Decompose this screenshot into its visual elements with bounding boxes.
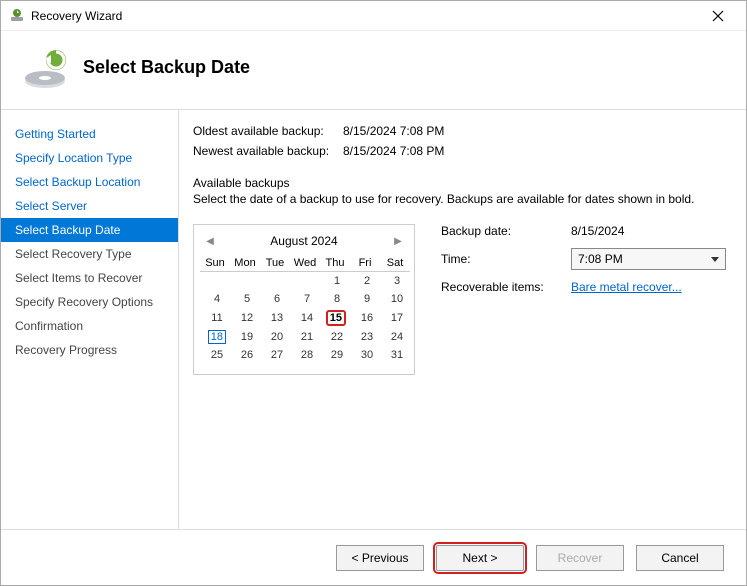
calendar-day[interactable]: 1 (320, 272, 350, 290)
calendar-day[interactable]: 21 (290, 328, 320, 346)
wizard-footer: < Previous Next > Recover Cancel (1, 529, 746, 585)
oldest-backup-value: 8/15/2024 7:08 PM (343, 124, 444, 138)
calendar-dow-header: Sat (380, 255, 410, 272)
step-select-items-to-recover: Select Items to Recover (1, 266, 178, 290)
calendar-next-month[interactable]: ▶ (390, 233, 406, 249)
calendar-day[interactable]: 30 (350, 346, 380, 364)
available-backups-heading: Available backups (193, 176, 726, 190)
main-panel: Oldest available backup: 8/15/2024 7:08 … (178, 110, 746, 529)
backup-selection-row: ◀ August 2024 ▶ SunMonTueWedThuFriSat 12… (193, 224, 726, 375)
calendar-dow-header: Wed (290, 255, 320, 272)
calendar-day[interactable]: 19 (230, 328, 260, 346)
calendar-grid: SunMonTueWedThuFriSat 123456789101112131… (200, 255, 410, 364)
backup-calendar: ◀ August 2024 ▶ SunMonTueWedThuFriSat 12… (193, 224, 415, 375)
calendar-dow-header: Sun (200, 255, 230, 272)
backup-details: Backup date: 8/15/2024 Time: 7:08 PM Rec… (441, 224, 726, 304)
calendar-day[interactable]: 18 (200, 328, 230, 346)
calendar-day[interactable]: 23 (350, 328, 380, 346)
time-dropdown-value: 7:08 PM (578, 252, 623, 266)
calendar-prev-month[interactable]: ◀ (202, 233, 218, 249)
newest-backup-label: Newest available backup: (193, 144, 343, 158)
previous-button[interactable]: < Previous (336, 545, 424, 571)
newest-backup-row: Newest available backup: 8/15/2024 7:08 … (193, 144, 726, 158)
close-button[interactable] (698, 2, 738, 30)
calendar-month-label: August 2024 (270, 234, 337, 248)
calendar-day[interactable]: 14 (290, 308, 320, 328)
recover-button: Recover (536, 545, 624, 571)
step-select-recovery-type: Select Recovery Type (1, 242, 178, 266)
calendar-day[interactable]: 29 (320, 346, 350, 364)
calendar-day[interactable]: 13 (260, 308, 290, 328)
next-button[interactable]: Next > (436, 545, 524, 571)
step-select-backup-location[interactable]: Select Backup Location (1, 170, 178, 194)
titlebar: Recovery Wizard (1, 1, 746, 31)
wizard-steps-sidebar: Getting Started Specify Location Type Se… (1, 110, 178, 529)
time-label: Time: (441, 252, 571, 266)
window-title: Recovery Wizard (31, 9, 698, 23)
calendar-day[interactable]: 9 (350, 290, 380, 308)
calendar-day[interactable]: 12 (230, 308, 260, 328)
step-specify-location-type[interactable]: Specify Location Type (1, 146, 178, 170)
calendar-dow-header: Mon (230, 255, 260, 272)
recovery-icon (21, 43, 69, 91)
wizard-body: Getting Started Specify Location Type Se… (1, 109, 746, 529)
calendar-day[interactable]: 25 (200, 346, 230, 364)
calendar-day[interactable]: 6 (260, 290, 290, 308)
step-getting-started[interactable]: Getting Started (1, 122, 178, 146)
calendar-day[interactable]: 28 (290, 346, 320, 364)
calendar-day[interactable]: 16 (350, 308, 380, 328)
calendar-dow-header: Fri (350, 255, 380, 272)
calendar-day[interactable]: 2 (350, 272, 380, 290)
available-backups-desc: Select the date of a backup to use for r… (193, 192, 726, 206)
calendar-day[interactable]: 7 (290, 290, 320, 308)
cancel-button[interactable]: Cancel (636, 545, 724, 571)
backup-date-label: Backup date: (441, 224, 571, 238)
recovery-wizard-window: Recovery Wizard Select Backup Date Getti… (0, 0, 747, 586)
page-title: Select Backup Date (83, 57, 250, 78)
step-select-server[interactable]: Select Server (1, 194, 178, 218)
calendar-day[interactable]: 27 (260, 346, 290, 364)
oldest-backup-label: Oldest available backup: (193, 124, 343, 138)
calendar-day[interactable]: 10 (380, 290, 410, 308)
calendar-dow-header: Tue (260, 255, 290, 272)
app-icon (9, 8, 25, 24)
calendar-dow-header: Thu (320, 255, 350, 272)
calendar-day[interactable]: 24 (380, 328, 410, 346)
calendar-day[interactable]: 4 (200, 290, 230, 308)
calendar-day (260, 272, 290, 290)
oldest-backup-row: Oldest available backup: 8/15/2024 7:08 … (193, 124, 726, 138)
calendar-day[interactable]: 17 (380, 308, 410, 328)
calendar-day (290, 272, 320, 290)
step-confirmation: Confirmation (1, 314, 178, 338)
step-recovery-progress: Recovery Progress (1, 338, 178, 362)
calendar-day[interactable]: 20 (260, 328, 290, 346)
calendar-day[interactable]: 22 (320, 328, 350, 346)
calendar-day[interactable]: 8 (320, 290, 350, 308)
calendar-day (200, 272, 230, 290)
recoverable-items-link[interactable]: Bare metal recover... (571, 280, 726, 294)
calendar-day[interactable]: 3 (380, 272, 410, 290)
backup-date-value: 8/15/2024 (571, 224, 726, 238)
newest-backup-value: 8/15/2024 7:08 PM (343, 144, 444, 158)
calendar-day[interactable]: 11 (200, 308, 230, 328)
time-dropdown[interactable]: 7:08 PM (571, 248, 726, 270)
calendar-day[interactable]: 15 (320, 308, 350, 328)
wizard-header: Select Backup Date (1, 31, 746, 109)
calendar-day[interactable]: 26 (230, 346, 260, 364)
step-select-backup-date[interactable]: Select Backup Date (1, 218, 178, 242)
calendar-day[interactable]: 31 (380, 346, 410, 364)
calendar-day (230, 272, 260, 290)
recoverable-items-label: Recoverable items: (441, 280, 571, 294)
calendar-header: ◀ August 2024 ▶ (200, 229, 408, 255)
calendar-day[interactable]: 5 (230, 290, 260, 308)
step-specify-recovery-options: Specify Recovery Options (1, 290, 178, 314)
